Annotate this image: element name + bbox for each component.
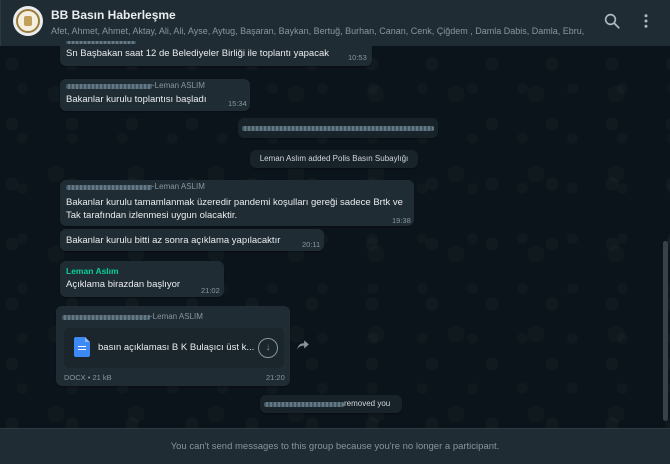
group-title: BB Basın Haberleşme xyxy=(51,8,176,22)
message-text: Bakanlar kurulu toplantısı başladı xyxy=(66,94,207,105)
message-time: 21:02 xyxy=(201,286,220,295)
group-avatar[interactable] xyxy=(13,6,43,36)
message-text: Açıklama birazdan başlıyor xyxy=(66,279,181,290)
redacted-sender xyxy=(66,84,152,89)
message-bubble[interactable]: ~Leman ASLIM Bakanlar kurulu toplantısı … xyxy=(60,79,250,111)
document-card[interactable]: basın açıklaması B K Bulaşıcı üst k... ↓ xyxy=(64,328,284,368)
forward-icon[interactable] xyxy=(296,339,310,351)
system-notice-redacted xyxy=(238,118,438,138)
message-time: 10:53 xyxy=(348,53,367,62)
redacted-sender xyxy=(66,41,136,44)
message-text: Sn Başbakan saat 12 de Belediyeler Birli… xyxy=(66,48,329,59)
redacted-text xyxy=(264,402,344,407)
system-notice-text: removed you xyxy=(344,399,391,408)
message-bubble[interactable]: ~Leman ASLIM Bakanlar kurulu tamamlanmak… xyxy=(60,180,414,226)
system-notice-removed: removed you xyxy=(260,395,402,413)
footer-notice-bar: You can't send messages to this group be… xyxy=(0,428,670,464)
kebab-menu-icon[interactable] xyxy=(637,12,655,30)
message-time: 20:11 xyxy=(302,240,321,249)
message-sender: Leman Aslım xyxy=(66,266,119,276)
message-time: 15:34 xyxy=(228,99,247,108)
message-text-line1: Bakanlar kurulu tamamlanmak üzeredir pan… xyxy=(66,197,403,208)
participants-list: Afet, Ahmet, Ahmet, Aktay, Ali, Ali, Ays… xyxy=(51,26,586,36)
message-sender: ~Leman ASLIM xyxy=(150,182,205,191)
message-sender: ~Leman ASLIM xyxy=(150,81,205,90)
message-bubble[interactable]: Sn Başbakan saat 12 de Belediyeler Birli… xyxy=(60,40,372,66)
message-bubble[interactable]: Bakanlar kurulu bitti az sonra açıklama … xyxy=(60,229,324,251)
message-time: 19:38 xyxy=(392,216,411,225)
system-notice-text: Leman Aslım added Polis Basın Subaylığı xyxy=(259,154,409,163)
no-longer-participant-notice: You can't send messages to this group be… xyxy=(170,441,500,452)
search-icon[interactable] xyxy=(603,12,621,30)
document-name: basın açıklaması B K Bulaşıcı üst k... xyxy=(98,342,255,353)
header-title-block[interactable]: BB Basın Haberleşme Afet, Ahmet, Ahmet, … xyxy=(51,8,586,36)
system-notice: Leman Aslım added Polis Basın Subaylığı xyxy=(250,150,418,168)
message-sender: ~Leman ASLIM xyxy=(148,312,203,321)
document-meta: DOCX • 21 kB xyxy=(64,373,112,382)
chat-scrollbar[interactable] xyxy=(663,241,668,421)
download-icon[interactable]: ↓ xyxy=(258,338,278,358)
document-message[interactable]: ~Leman ASLIM basın açıklaması B K Bulaşı… xyxy=(56,306,290,386)
message-text-line2: Tak tarafından izlenmesi uygun olacaktir… xyxy=(66,210,238,221)
message-text: Bakanlar kurulu bitti az sonra açıklama … xyxy=(66,235,281,246)
redacted-sender xyxy=(66,185,152,190)
redacted-text xyxy=(242,126,434,131)
message-time: 21:20 xyxy=(266,373,285,382)
document-file-icon xyxy=(74,337,90,357)
message-bubble[interactable]: Leman Aslım Açıklama birazdan başlıyor 2… xyxy=(60,261,224,297)
redacted-sender xyxy=(62,315,150,320)
